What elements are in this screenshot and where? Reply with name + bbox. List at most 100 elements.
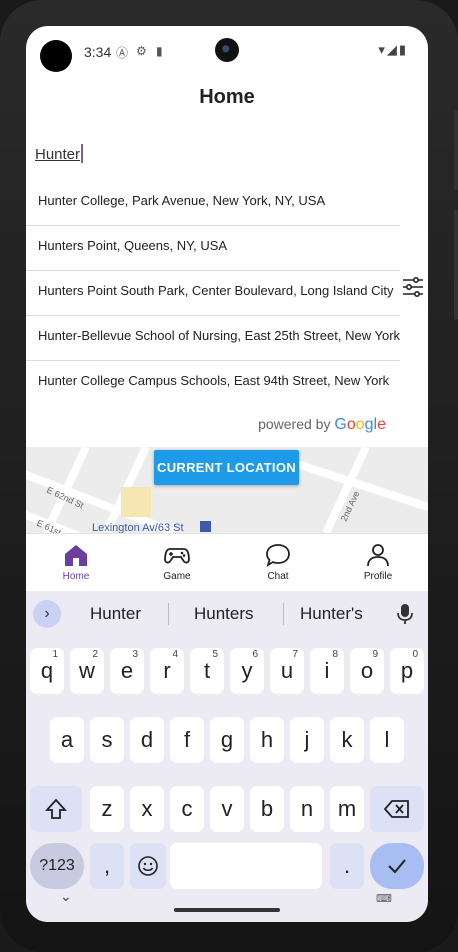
key-g[interactable]: g: [210, 717, 244, 763]
key-f[interactable]: f: [170, 717, 204, 763]
suggestion-item[interactable]: Hunter-Bellevue School of Nursing, East …: [26, 315, 400, 361]
notification-icon: Ⓐ: [116, 46, 129, 60]
text-caret: [81, 144, 84, 163]
key-k[interactable]: k: [330, 717, 364, 763]
tab-chat[interactable]: Chat: [228, 534, 328, 592]
suggestion-item[interactable]: Hunters Point, Queens, NY, USA: [26, 225, 400, 271]
sd-card-icon: ▮: [156, 44, 163, 58]
key-hint: 8: [332, 649, 338, 660]
key-t[interactable]: t5: [190, 648, 224, 694]
volume-button: [454, 210, 458, 320]
key-p[interactable]: p0: [390, 648, 424, 694]
check-icon: [388, 859, 406, 874]
search-value: Hunter: [35, 146, 81, 163]
person-icon: [367, 544, 389, 567]
power-button: [454, 110, 458, 190]
home-icon: [65, 545, 87, 566]
phone-frame: 3:34 Ⓐ ⚙ ▮ ▾◢▮ Home Hunter Hunter Colleg…: [0, 0, 458, 952]
google-logo: Google: [334, 416, 386, 433]
key-hint: 0: [412, 649, 418, 660]
keyboard-switch-icon[interactable]: ⌨: [376, 892, 393, 905]
key-x[interactable]: x: [130, 786, 164, 832]
home-gesture-pill[interactable]: [174, 908, 280, 912]
suggestion-text: Hunters Point South Park, Center Bouleva…: [38, 283, 394, 298]
mic-icon[interactable]: [396, 603, 414, 625]
word-suggestion[interactable]: Hunter: [90, 604, 141, 624]
key-z[interactable]: z: [90, 786, 124, 832]
page-title: Home: [199, 86, 255, 108]
word-suggestion[interactable]: Hunters: [194, 604, 254, 624]
divider: [283, 603, 284, 625]
tab-home[interactable]: Home: [26, 534, 126, 592]
screen: 3:34 Ⓐ ⚙ ▮ ▾◢▮ Home Hunter Hunter Colleg…: [26, 26, 428, 922]
suggestion-item[interactable]: Hunters Point South Park, Center Bouleva…: [26, 270, 400, 316]
front-camera: [215, 38, 239, 62]
key-char: q: [40, 658, 54, 683]
key-w[interactable]: w2: [70, 648, 104, 694]
key-char: e: [120, 658, 134, 683]
word-suggestion[interactable]: Hunter's: [300, 604, 363, 624]
key-o[interactable]: o9: [350, 648, 384, 694]
settings-icon: ⚙: [136, 44, 147, 58]
key-b[interactable]: b: [250, 786, 284, 832]
key-m[interactable]: m: [330, 786, 364, 832]
key-l[interactable]: l: [370, 717, 404, 763]
key-e[interactable]: e3: [110, 648, 144, 694]
suggestion-text: Hunter College, Park Avenue, New York, N…: [38, 193, 326, 208]
key-n[interactable]: n: [290, 786, 324, 832]
key-u[interactable]: u7: [270, 648, 304, 694]
filter-sliders-icon[interactable]: [402, 276, 424, 298]
status-time: 3:34: [84, 44, 112, 60]
key-hint: 6: [252, 649, 258, 660]
key-i[interactable]: i8: [310, 648, 344, 694]
key-c[interactable]: c: [170, 786, 204, 832]
gamepad-icon: [164, 548, 190, 564]
tab-game[interactable]: Game: [127, 534, 227, 592]
key-h[interactable]: h: [250, 717, 284, 763]
bottom-tab-bar: Home Game Chat Profile: [26, 533, 428, 592]
key-d[interactable]: d: [130, 717, 164, 763]
shift-key[interactable]: [30, 786, 82, 832]
shift-icon: [44, 798, 68, 819]
backspace-key[interactable]: [370, 786, 424, 832]
key-v[interactable]: v: [210, 786, 244, 832]
key-r[interactable]: r4: [150, 648, 184, 694]
emoji-icon: [138, 856, 158, 876]
key-char: i: [324, 658, 330, 683]
key-q[interactable]: q1: [30, 648, 64, 694]
key-a[interactable]: a: [50, 717, 84, 763]
keyboard-suggestion-bar: › Hunter Hunters Hunter's: [26, 591, 428, 637]
suggestion-item[interactable]: Hunter College, Park Avenue, New York, N…: [26, 180, 400, 226]
chevron-right-icon[interactable]: ›: [33, 600, 61, 628]
key-hint: 5: [212, 649, 218, 660]
hide-keyboard-chevron-icon[interactable]: ⌄: [60, 888, 72, 905]
key-hint: 1: [52, 649, 58, 660]
key-char: u: [280, 658, 294, 683]
search-panel: Hunter Hunter College, Park Avenue, New …: [26, 134, 428, 447]
key-j[interactable]: j: [290, 717, 324, 763]
powered-by-label: powered by: [258, 416, 331, 432]
tab-label: Profile: [363, 571, 393, 582]
key-hint: 4: [172, 649, 178, 660]
powered-by-google: powered by Google: [258, 416, 386, 434]
tab-label: Chat: [267, 571, 289, 582]
map-label-station: Lexington Av/63 St: [92, 522, 184, 533]
backspace-icon: [383, 800, 409, 818]
suggestion-item[interactable]: Hunter College Campus Schools, East 94th…: [26, 360, 400, 405]
key-char: p: [400, 658, 414, 683]
signal-battery-icon: ▾◢▮: [378, 42, 408, 57]
suggestion-text: Hunters Point, Queens, NY, USA: [38, 238, 228, 253]
current-location-button[interactable]: CURRENT LOCATION: [154, 450, 299, 485]
key-y[interactable]: y6: [230, 648, 264, 694]
camera-dot: [40, 40, 72, 72]
search-input[interactable]: Hunter: [35, 144, 84, 163]
soft-keyboard: › Hunter Hunters Hunter's ?123 , . q 1 w…: [26, 591, 428, 922]
tab-profile[interactable]: Profile: [328, 534, 428, 592]
tab-label: Home: [62, 571, 90, 582]
key-hint: 7: [292, 649, 298, 660]
tab-label: Game: [163, 571, 191, 582]
key-s[interactable]: s: [90, 717, 124, 763]
key-char: y: [241, 658, 253, 683]
key-hint: 9: [372, 649, 378, 660]
status-bar: 3:34 Ⓐ ⚙ ▮ ▾◢▮: [26, 26, 428, 78]
